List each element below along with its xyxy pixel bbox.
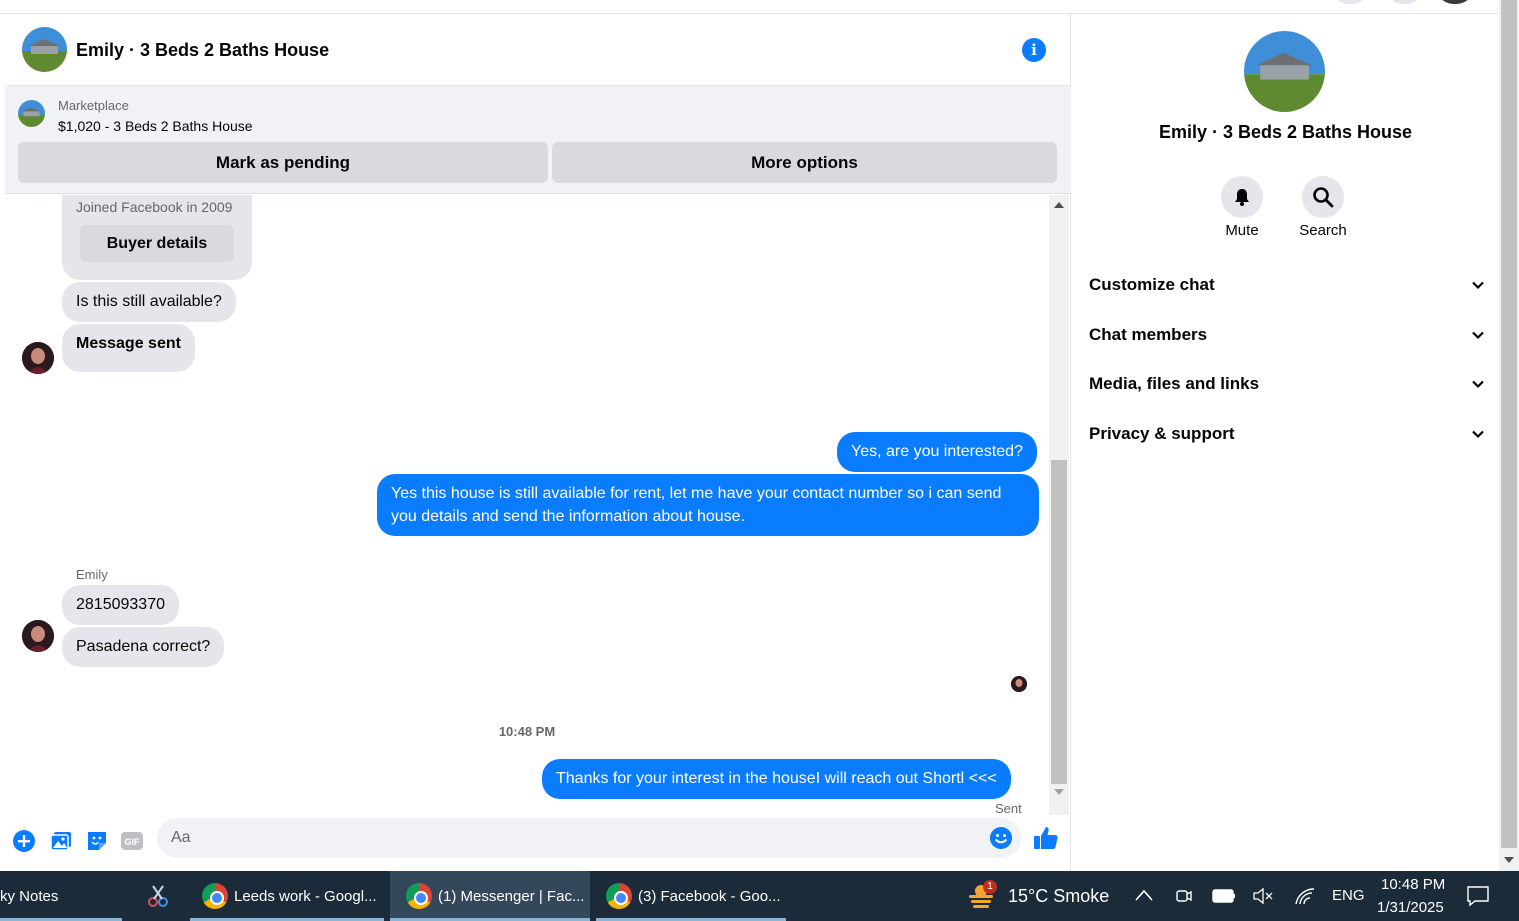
emoji-icon[interactable] (990, 827, 1012, 849)
section-privacy-support[interactable]: Privacy & support (1089, 414, 1484, 454)
buyer-details-button[interactable]: Buyer details (80, 225, 234, 262)
chevron-down-icon (1472, 281, 1484, 290)
chat-pane: Emily · 3 Beds 2 Baths House i Marketpla… (5, 14, 1071, 871)
meet-now-icon[interactable] (1174, 886, 1194, 906)
thumbs-up-icon[interactable] (1033, 825, 1059, 851)
search-label: Search (1299, 222, 1347, 239)
snipping-tool-icon (148, 885, 168, 907)
sender-name: Emily (76, 567, 108, 582)
marketplace-banner: Marketplace $1,020 - 3 Beds 2 Baths Hous… (5, 86, 1071, 194)
listing-title[interactable]: $1,020 - 3 Beds 2 Baths House (58, 118, 253, 134)
message-incoming[interactable]: Message sent (62, 324, 195, 372)
sent-status: Sent (995, 801, 1022, 815)
chat-title[interactable]: Emily · 3 Beds 2 Baths House (76, 40, 329, 61)
search-icon (1313, 187, 1334, 208)
notification-center-icon[interactable] (1466, 885, 1490, 907)
chrome-icon (606, 883, 632, 909)
person-photo-icon (1011, 676, 1027, 692)
profile-title: Emily · 3 Beds 2 Baths House (1158, 122, 1413, 142)
section-label: Media, files and links (1089, 374, 1260, 393)
section-label: Customize chat (1089, 275, 1215, 294)
person-photo-icon (22, 620, 54, 652)
chat-details-panel: Emily · 3 Beds 2 Baths House Mute Search… (1072, 14, 1499, 871)
weather-widget[interactable]: 15°C Smoke (966, 871, 1116, 921)
scroll-down-arrow-icon[interactable] (1054, 789, 1064, 795)
message-composer: GIF (5, 815, 1071, 871)
message-incoming[interactable]: Is this still available? (62, 282, 236, 322)
top-notification-icon[interactable] (1390, 0, 1420, 4)
language-indicator[interactable]: ENG (1332, 887, 1365, 904)
info-icon[interactable]: i (1022, 38, 1046, 62)
taskbar-facebook[interactable]: (3) Facebook - Goo... (596, 871, 786, 921)
sticker-icon[interactable] (85, 829, 109, 853)
window-scrollbar-thumb[interactable] (1501, 0, 1517, 848)
profile-house-avatar[interactable] (1244, 31, 1325, 112)
emily-avatar[interactable] (22, 620, 54, 652)
message-list: Joined Facebook in 2009 Buyer details Is… (5, 195, 1049, 815)
battery-icon[interactable] (1212, 888, 1236, 904)
weather-text: 15°C Smoke (1008, 885, 1110, 906)
taskbar-messenger[interactable]: (1) Messenger | Fac... (390, 871, 590, 921)
section-chat-members[interactable]: Chat members (1089, 315, 1484, 355)
chat-header: Emily · 3 Beds 2 Baths House i (5, 14, 1071, 86)
message-input[interactable] (157, 818, 1021, 858)
taskbar-app-icon[interactable] (138, 871, 178, 921)
house-photo-icon (1244, 31, 1325, 112)
top-profile-avatar[interactable] (1440, 0, 1470, 4)
marketplace-label: Marketplace (58, 98, 129, 113)
top-menu-icon[interactable] (1335, 0, 1365, 4)
photo-icon[interactable] (49, 829, 73, 853)
task-label: (1) Messenger | Fac... (438, 887, 585, 905)
seen-indicator-avatar (1011, 676, 1027, 692)
house-avatar[interactable] (22, 27, 67, 72)
message-timestamp: 10:48 PM (498, 724, 556, 739)
section-customize-chat[interactable]: Customize chat (1089, 265, 1484, 305)
windows-taskbar: ky Notes Leeds work - Googl... (1) Messe… (0, 871, 1519, 921)
section-label: Chat members (1089, 325, 1208, 344)
mute-button[interactable] (1221, 176, 1263, 218)
window-scroll-down-icon[interactable] (1504, 857, 1514, 863)
person-photo-icon (22, 342, 54, 374)
weather-badge: 1 (983, 880, 997, 894)
more-options-button[interactable]: More options (552, 142, 1057, 183)
joined-facebook-text: Joined Facebook in 2009 (76, 199, 233, 215)
search-button[interactable] (1302, 176, 1344, 218)
house-photo-icon (22, 27, 67, 72)
browser-top-strip (0, 0, 1519, 14)
listing-thumbnail[interactable] (18, 100, 45, 127)
message-scrollbar-thumb[interactable] (1051, 460, 1067, 784)
task-label: ky Notes (0, 887, 59, 905)
mark-as-pending-button[interactable]: Mark as pending (18, 142, 548, 183)
taskbar-leeds-work[interactable]: Leeds work - Googl... (190, 871, 384, 921)
message-incoming[interactable]: Pasadena correct? (62, 627, 225, 667)
task-label: (3) Facebook - Goo... (638, 887, 781, 905)
message-incoming[interactable]: 2815093370 (62, 585, 179, 625)
task-label: Leeds work - Googl... (234, 887, 377, 905)
chrome-icon (202, 883, 228, 909)
volume-muted-icon[interactable] (1252, 887, 1274, 905)
house-photo-icon (18, 100, 45, 127)
message-outgoing[interactable]: Yes this house is still available for re… (377, 474, 1039, 536)
svg-text:GIF: GIF (125, 837, 141, 847)
chevron-up-icon[interactable] (1134, 888, 1154, 902)
chevron-down-icon (1472, 430, 1484, 439)
gif-icon[interactable]: GIF (120, 829, 144, 853)
clock-date[interactable]: 1/31/2025 (1377, 899, 1444, 916)
taskbar-sticky-notes[interactable]: ky Notes (0, 871, 122, 921)
bell-icon (1235, 189, 1249, 206)
message-outgoing[interactable]: Yes, are you interested? (837, 432, 1037, 472)
mute-label: Mute (1225, 222, 1259, 239)
chrome-icon (406, 883, 432, 909)
buyer-card: Joined Facebook in 2009 Buyer details (62, 195, 252, 280)
chevron-down-icon (1472, 380, 1484, 389)
section-media-files-links[interactable]: Media, files and links (1089, 364, 1484, 404)
chevron-down-icon (1472, 331, 1484, 340)
wifi-icon[interactable] (1294, 887, 1316, 905)
section-label: Privacy & support (1089, 424, 1235, 443)
emily-avatar[interactable] (22, 342, 54, 374)
clock-time[interactable]: 10:48 PM (1381, 876, 1445, 893)
scroll-up-arrow-icon[interactable] (1054, 202, 1064, 208)
message-outgoing[interactable]: Thanks for your interest in the houseI w… (542, 759, 1011, 799)
plus-icon[interactable] (12, 829, 36, 853)
